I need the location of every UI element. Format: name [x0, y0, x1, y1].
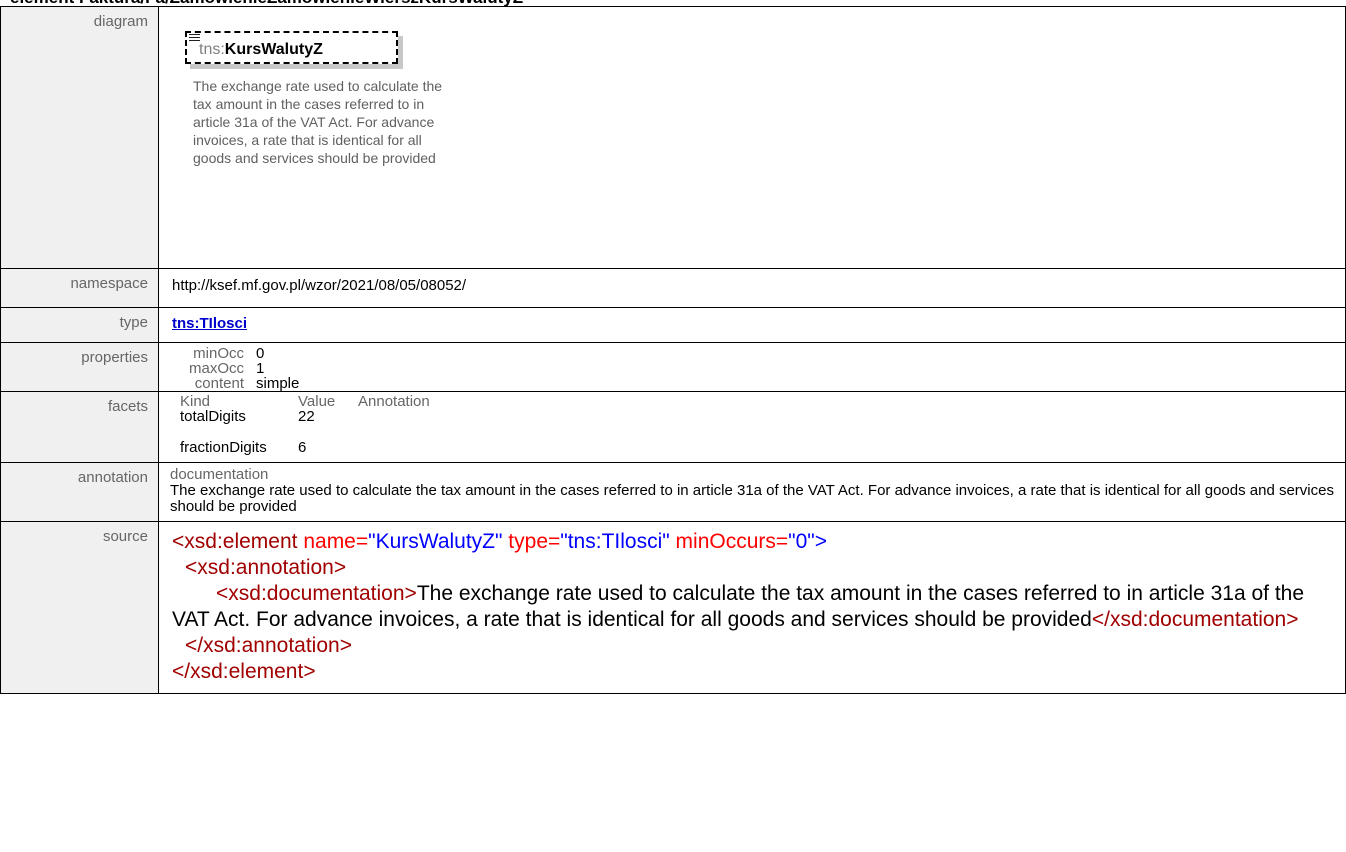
- diagram-cell: tns:KursWalutyZ The exchange rate used t…: [158, 6, 1346, 269]
- source-tag: </xsd:element>: [172, 660, 316, 683]
- type-row: type tns:TIlosci: [0, 307, 1346, 343]
- facet-value: 22: [298, 408, 315, 425]
- property-value: simple: [256, 375, 300, 392]
- element-name: tns:KursWalutyZ: [199, 41, 323, 59]
- property-value: 1: [256, 360, 265, 377]
- annotation-header: documentation: [170, 466, 269, 483]
- properties-grid: minOcc 0 maxOcc 1 content simple: [172, 343, 1345, 391]
- annotation-label: annotation: [77, 469, 148, 486]
- facets-label-cell: facets: [0, 391, 159, 463]
- facet-value: 6: [298, 439, 307, 456]
- facet-row: totalDigits 22: [180, 409, 1345, 424]
- property-value: 0: [256, 345, 265, 362]
- element-local-name: KursWalutyZ: [224, 41, 323, 58]
- source-code: <xsd:element name="KursWalutyZ" type="tn…: [172, 522, 1345, 693]
- schema-diagram: tns:KursWalutyZ The exchange rate used t…: [159, 7, 1345, 268]
- facets-header-value: Value: [298, 393, 336, 410]
- source-line: <xsd:annotation>: [172, 555, 1345, 581]
- properties-label-cell: properties: [0, 342, 159, 392]
- property-key: content: [194, 375, 244, 392]
- source-label-cell: source: [0, 521, 159, 694]
- facets-cell: Kind Value Annotation totalDigits 22 fra…: [158, 391, 1346, 463]
- property-key: maxOcc: [188, 360, 244, 377]
- source-cell: <xsd:element name="KursWalutyZ" type="tn…: [158, 521, 1346, 694]
- facet-kind: fractionDigits: [180, 439, 267, 456]
- property-key: minOcc: [193, 345, 244, 362]
- source-line: <xsd:documentation>The exchange rate use…: [172, 581, 1345, 633]
- facet-row: fractionDigits 6: [180, 440, 1345, 455]
- annotation-row: annotation documentation The exchange ra…: [0, 462, 1346, 522]
- namespace-label-cell: namespace: [0, 268, 159, 308]
- type-link[interactable]: tns:TIlosci: [172, 315, 247, 332]
- source-attr: type=: [502, 530, 561, 553]
- type-cell: tns:TIlosci: [158, 307, 1346, 343]
- facets-header-kind: Kind: [180, 393, 211, 410]
- facets-label: facets: [107, 398, 148, 415]
- annotation-label-cell: annotation: [0, 462, 159, 522]
- diagram-row: diagram tns:KursWalutyZ The exchange rat…: [0, 6, 1346, 269]
- source-tag-close: >: [814, 530, 828, 553]
- annotation-text: The exchange rate used to calculate the …: [170, 482, 1334, 515]
- facets-header: Kind Value Annotation: [180, 394, 1345, 409]
- source-attr-value: "0": [788, 530, 815, 553]
- source-row: source <xsd:element name="KursWalutyZ" t…: [0, 521, 1346, 694]
- element-prefix: tns:: [199, 41, 225, 58]
- namespace-cell: http://ksef.mf.gov.pl/wzor/2021/08/05/08…: [158, 268, 1346, 308]
- namespace-value: http://ksef.mf.gov.pl/wzor/2021/08/05/08…: [172, 277, 467, 294]
- source-line: <xsd:element name="KursWalutyZ" type="tn…: [172, 529, 1345, 555]
- source-tag: <xsd:annotation>: [185, 556, 347, 579]
- diagram-label: diagram: [93, 13, 148, 30]
- namespace-label: namespace: [70, 275, 148, 292]
- namespace-row: namespace http://ksef.mf.gov.pl/wzor/202…: [0, 268, 1346, 308]
- source-attr: minOccurs=: [669, 530, 789, 553]
- type-label-cell: type: [0, 307, 159, 343]
- facets-row: facets Kind Value Annotation totalDigits…: [0, 391, 1346, 463]
- source-line: </xsd:element>: [172, 659, 1345, 685]
- source-label: source: [102, 528, 148, 545]
- source-attr-value: "tns:TIlosci": [560, 530, 670, 553]
- properties-label: properties: [81, 349, 148, 366]
- element-doc-table: diagram tns:KursWalutyZ The exchange rat…: [0, 6, 1346, 694]
- source-tag: <xsd:element: [172, 530, 298, 553]
- element-box[interactable]: tns:KursWalutyZ: [185, 31, 398, 64]
- source-tag: <xsd:documentation>: [216, 582, 417, 605]
- properties-row: properties minOcc 0 maxOcc 1 content simple: [0, 342, 1346, 392]
- facets-table: Kind Value Annotation totalDigits 22 fra…: [180, 392, 1345, 455]
- source-attr: name=: [297, 530, 369, 553]
- source-tag: </xsd:documentation>: [1091, 608, 1299, 631]
- annotation-block: documentation The exchange rate used to …: [170, 463, 1345, 521]
- source-line: </xsd:annotation>: [172, 633, 1345, 659]
- facet-kind: totalDigits: [180, 408, 246, 425]
- facets-header-annotation: Annotation: [358, 393, 430, 410]
- annotation-cell: documentation The exchange rate used to …: [158, 462, 1346, 522]
- properties-cell: minOcc 0 maxOcc 1 content simple: [158, 342, 1346, 392]
- source-tag: </xsd:annotation>: [185, 634, 352, 657]
- element-description: The exchange rate used to calculate the …: [193, 78, 443, 166]
- diagram-label-cell: diagram: [0, 6, 159, 269]
- source-attr-value: "KursWalutyZ": [368, 530, 503, 553]
- type-label: type: [119, 314, 148, 331]
